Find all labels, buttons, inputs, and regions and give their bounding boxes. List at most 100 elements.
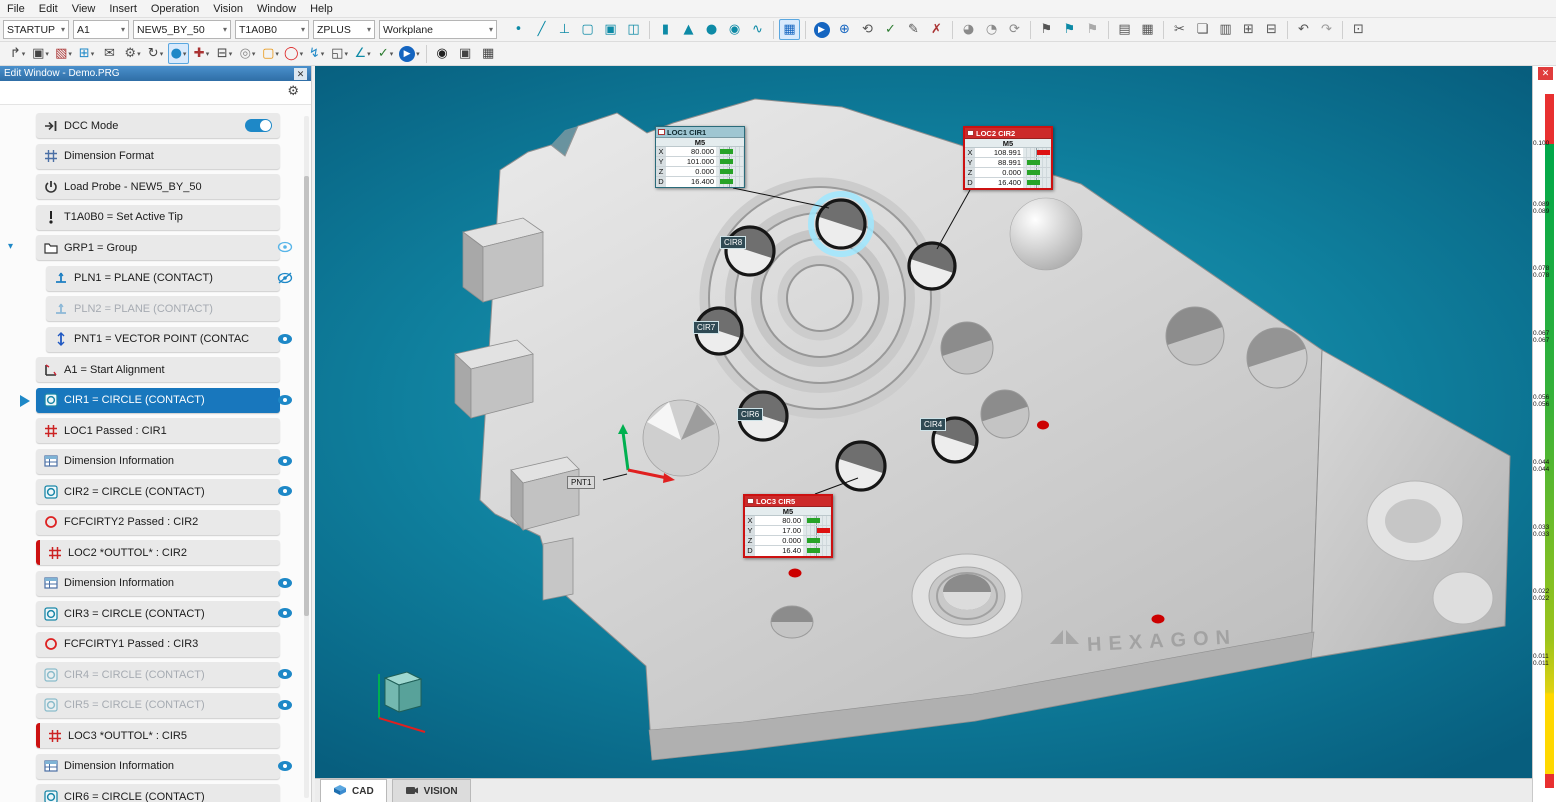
feature-tag-pnt1[interactable]: PNT1	[567, 476, 595, 489]
print-icon[interactable]: ⊡	[1348, 19, 1369, 40]
edit-window-scrollbar[interactable]	[304, 116, 309, 798]
edit-item-cir5-circle-contact[interactable]: CIR5 = CIRCLE (CONTACT)	[36, 693, 280, 718]
circle-feature-icon[interactable]: ◉	[724, 19, 745, 40]
eye-solid-icon[interactable]	[277, 333, 293, 346]
edit-item-cir1-circle-contact[interactable]: CIR1 = CIRCLE (CONTACT)	[36, 388, 280, 413]
edit-item-pnt1-vector-point-contac[interactable]: PNT1 = VECTOR POINT (CONTAC	[46, 327, 280, 352]
tab-cad[interactable]: CAD	[320, 779, 387, 802]
execute-mode-icon[interactable]: ▶▾	[398, 43, 421, 64]
clear-markings-icon[interactable]: ✗	[926, 19, 947, 40]
circle-select-icon[interactable]: ◯▾	[283, 43, 304, 64]
regenerate-icon[interactable]: ⟳	[1004, 19, 1025, 40]
menu-window[interactable]: Window	[250, 0, 303, 18]
translate-mode-icon[interactable]: ↱▾	[7, 43, 28, 64]
menu-vision[interactable]: Vision	[206, 0, 250, 18]
camera-icon[interactable]: ◉	[432, 43, 453, 64]
redo-icon[interactable]: ↷	[1316, 19, 1337, 40]
feature-tag-cir8[interactable]: CIR8	[720, 236, 746, 249]
eye-solid-icon[interactable]	[277, 699, 293, 712]
cad-surface-icon[interactable]: ◎▾	[237, 43, 258, 64]
feature-tag-cir4[interactable]: CIR4	[920, 418, 946, 431]
auto-feature-icon[interactable]: ▦	[779, 19, 800, 40]
dimension-table-loc3-cir5[interactable]: LOC3 CIR5M5X80.00Y17.00Z0.000D16.40	[743, 494, 833, 558]
rotate-view-icon[interactable]: ↻▾	[145, 43, 166, 64]
dimension-table-loc1-cir1[interactable]: LOC1 CIR1M5X80.000Y101.000Z0.000D16.400	[655, 126, 745, 188]
edit-item-cir4-circle-contact[interactable]: CIR4 = CIRCLE (CONTACT)	[36, 662, 280, 687]
probe-file-select[interactable]: NEW5_BY_50▾	[133, 20, 231, 39]
scrollbar-thumb[interactable]	[304, 176, 309, 616]
eye-solid-icon[interactable]	[277, 760, 293, 773]
point-feature-icon[interactable]: •	[508, 19, 529, 40]
insert-pattern-icon[interactable]: ⊞	[1238, 19, 1259, 40]
feature-tag-cir7[interactable]: CIR7	[693, 321, 719, 334]
verify-icon[interactable]: ✓▾	[375, 43, 396, 64]
edit-item-dcc-mode[interactable]: DCC Mode	[36, 113, 280, 138]
eye-solid-icon[interactable]	[277, 394, 293, 407]
edit-item-loc3-outtol-cir5[interactable]: LOC3 *OUTTOL* : CIR5	[36, 723, 280, 748]
workplane-select[interactable]: Workplane▾	[379, 20, 497, 39]
wireframe-view-icon[interactable]: ◔	[981, 19, 1002, 40]
edit-item-load-probe-new5-by-50[interactable]: Load Probe - NEW5_BY_50	[36, 174, 280, 199]
graphics-viewport[interactable]: HEXAGON CIR8CIR7CIR6CIR4PNT1LOC1 CIR1M5X…	[315, 66, 1532, 778]
execute-feature-icon[interactable]: ⊕	[834, 19, 855, 40]
cylinder-feature-icon[interactable]: ▮	[655, 19, 676, 40]
edit-item-dimension-format[interactable]: Dimension Format	[36, 144, 280, 169]
eye-solid-icon[interactable]	[277, 455, 293, 468]
graphics-close-icon[interactable]: ✕	[1538, 67, 1553, 80]
menu-view[interactable]: View	[65, 0, 103, 18]
mark-used-icon[interactable]: ✓	[880, 19, 901, 40]
probe-vector-icon[interactable]: ✚▾	[191, 43, 212, 64]
curve-feature-icon[interactable]: ∿	[747, 19, 768, 40]
comment-icon[interactable]: ✉	[99, 43, 120, 64]
probe-options-icon[interactable]: ⚙▾	[122, 43, 143, 64]
edit-item-grp1-group[interactable]: GRP1 = Group	[36, 235, 280, 260]
feature-list-icon[interactable]: ⊟▾	[214, 43, 235, 64]
edit-item-loc1-passed-cir1[interactable]: LOC1 Passed : CIR1	[36, 418, 280, 443]
tab-vision[interactable]: VISION	[392, 779, 471, 802]
line-feature-icon[interactable]: ╱	[531, 19, 552, 40]
report-template-icon[interactable]: ▦	[1137, 19, 1158, 40]
plane-feature-icon[interactable]: ⊥	[554, 19, 575, 40]
dcc-mode-toggle[interactable]	[245, 119, 272, 132]
edit-item-loc2-outtol-cir2[interactable]: LOC2 *OUTTOL* : CIR2	[36, 540, 280, 565]
edit-item-fcfcirty2-passed-cir2[interactable]: FCFCIRTY2 Passed : CIR2	[36, 510, 280, 535]
eye-slash-icon[interactable]	[277, 272, 293, 285]
snapshot-icon[interactable]: ▣	[455, 43, 476, 64]
square-slot-feature-icon[interactable]: ▣	[600, 19, 621, 40]
view-cube[interactable]	[379, 672, 425, 732]
mini-routine-icon[interactable]: ⟲	[857, 19, 878, 40]
copy-icon[interactable]: ❏	[1192, 19, 1213, 40]
edit-item-pln2-plane-contact[interactable]: PLN2 = PLANE (CONTACT)	[46, 296, 280, 321]
notch-feature-icon[interactable]: ◫	[623, 19, 644, 40]
eye-solid-icon[interactable]	[277, 607, 293, 620]
edit-markings-icon[interactable]: ✎	[903, 19, 924, 40]
menu-operation[interactable]: Operation	[144, 0, 206, 18]
menu-help[interactable]: Help	[303, 0, 340, 18]
dimension-table-loc2-cir2[interactable]: LOC2 CIR2M5X108.991Y88.991Z0.000D16.400	[963, 126, 1053, 190]
view-setup-icon[interactable]: ◱▾	[329, 43, 350, 64]
curve-jump-icon[interactable]: ↯▾	[306, 43, 327, 64]
angle-dimension-icon[interactable]: ∠▾	[352, 43, 373, 64]
paste-icon[interactable]: ▥	[1215, 19, 1236, 40]
edit-item-cir6-circle-contact[interactable]: CIR6 = CIRCLE (CONTACT)	[36, 784, 280, 802]
cone-feature-icon[interactable]: ▲	[678, 19, 699, 40]
window-select-icon[interactable]: ▣▾	[30, 43, 51, 64]
edit-item-cir3-circle-contact[interactable]: CIR3 = CIRCLE (CONTACT)	[36, 601, 280, 626]
tree-expand-icon[interactable]: ▾	[8, 241, 13, 252]
edit-item-fcfcirty1-passed-cir3[interactable]: FCFCIRTY1 Passed : CIR3	[36, 632, 280, 657]
edit-window-close-icon[interactable]: ✕	[294, 68, 307, 80]
startup-select[interactable]: STARTUP▾	[3, 20, 69, 39]
execute-program-icon[interactable]: ▶	[811, 19, 832, 40]
bookmark-next-icon[interactable]: ⚑	[1059, 19, 1080, 40]
eye-outline-icon[interactable]	[277, 241, 293, 254]
alignment-select[interactable]: A1▾	[73, 20, 129, 39]
edit-item-dimension-information[interactable]: Dimension Information	[36, 449, 280, 474]
edit-pattern-icon[interactable]: ⊟	[1261, 19, 1282, 40]
edit-item-t1a0b0-set-active-tip[interactable]: T1A0B0 = Set Active Tip	[36, 205, 280, 230]
edit-item-pln1-plane-contact[interactable]: PLN1 = PLANE (CONTACT)	[46, 266, 280, 291]
zoom-window-icon[interactable]: ⊞▾	[76, 43, 97, 64]
workplane-axis-select[interactable]: ZPLUS▾	[313, 20, 375, 39]
edit-item-cir2-circle-contact[interactable]: CIR2 = CIRCLE (CONTACT)	[36, 479, 280, 504]
solid-view-icon[interactable]: ◕	[958, 19, 979, 40]
bookmark-icon[interactable]: ⚑	[1036, 19, 1057, 40]
